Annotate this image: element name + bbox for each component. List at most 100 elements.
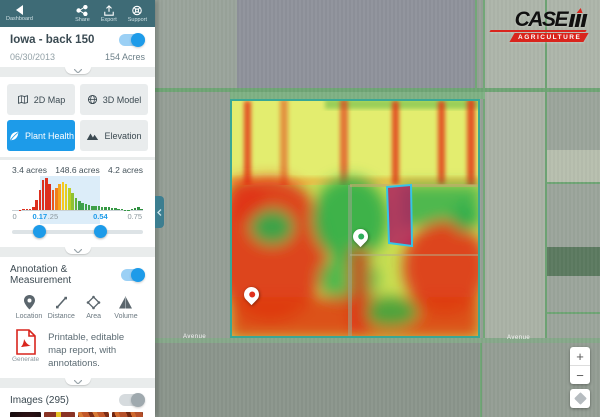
flight-info-card: Iowa - back 150 06/30/2013 154 Acres [0,27,155,67]
zoom-out-button[interactable]: − [570,366,590,384]
area-annotation-polygon[interactable] [383,182,417,250]
case-ih-logo: CASE AGRICULTURE [490,12,586,42]
mode-3d-model-button[interactable]: 3D Model [80,84,148,115]
basemap-layers-button[interactable] [570,389,590,408]
range-handle-low[interactable] [33,225,46,238]
export-icon [103,5,115,16]
support-label: Support [128,17,147,23]
health-histogram [12,178,143,210]
mountain-icon [86,130,99,141]
histogram-bar [134,208,137,210]
histogram-bar [68,188,71,210]
back-label: Dashboard [6,16,33,22]
image-thumbnail[interactable] [44,412,75,417]
histogram-bar [94,206,97,210]
pdf-report-icon [15,329,37,355]
image-thumbnail[interactable] [112,412,143,417]
histogram-bar [111,208,114,210]
acres-below-range: 3.4 acres [12,165,47,175]
range-handle-high[interactable] [94,225,107,238]
plant-health-overlay [230,99,480,338]
map-icon [17,94,29,105]
tool-label: Location [16,313,42,320]
back-arrow-icon [14,5,25,15]
tool-volume[interactable]: Volume [111,295,141,320]
map-canvas[interactable]: Avenue Avenue CASE AGRICULTURE + − [155,0,600,417]
generate-report-button[interactable]: Generate [12,329,39,363]
area-polygon-icon [86,295,101,310]
app-window: Avenue Avenue CASE AGRICULTURE + − [0,0,600,417]
flight-title: Iowa - back 150 [10,34,94,46]
chevron-left-icon [157,209,162,216]
image-thumbnail[interactable] [78,412,109,417]
map-mode-card: 2D Map 3D Model Plant Health [0,77,155,157]
histogram-bar [91,206,94,210]
tool-area[interactable]: Area [79,295,109,320]
histogram-bar [65,184,68,210]
annotation-card: Annotation & Measurement Location Distan… [0,257,155,378]
brand-name: CASE [515,12,567,28]
histogram-bar [88,205,91,210]
globe-icon [87,94,98,105]
mode-label: 2D Map [34,95,66,105]
axis-tick-label: 0.75 [128,212,143,221]
export-button[interactable]: Export [101,5,117,23]
acres-in-range: 148.6 acres [55,165,99,175]
tool-label: Volume [114,313,137,320]
histogram-bar [35,200,38,210]
brand-banner: AGRICULTURE [509,33,588,42]
sidebar-collapse-tab[interactable] [155,196,164,228]
back-to-dashboard-button[interactable]: Dashboard [6,5,33,22]
histogram-bar [108,207,111,210]
section-collapse-chevron[interactable] [65,67,91,74]
image-thumbnail[interactable] [10,412,41,417]
histogram-bar [71,193,74,210]
histogram-bar [32,207,35,210]
chevron-down-icon [74,69,82,73]
histogram-bar [98,206,101,210]
flight-area: 154 Acres [105,52,145,62]
leaf-icon [8,130,20,142]
histogram-bar [52,190,55,210]
histogram-bar [140,209,143,210]
mode-elevation-button[interactable]: Elevation [80,120,148,151]
annotation-toggle[interactable] [121,269,145,281]
report-description: Printable, editable map report, with ann… [48,329,143,370]
histogram-bar [114,208,117,210]
histogram-bar [131,209,134,210]
mode-plant-health-button[interactable]: Plant Health [7,120,75,151]
histogram-bar [55,188,58,210]
histogram-bars [12,178,143,210]
overlay-visibility-toggle[interactable] [119,34,145,46]
export-label: Export [101,17,117,23]
support-lifebuoy-icon [131,5,143,16]
section-collapse-chevron[interactable] [65,378,91,385]
range-value-label: 0.17 [33,212,48,221]
zoom-in-button[interactable]: + [570,347,590,365]
layers-icon [574,392,587,405]
mode-label: Plant Health [25,131,74,141]
histogram-bar [101,207,104,210]
histogram-axis: 00.17.250.540.75 [12,210,143,221]
sidebar-header: Dashboard Share Export [0,0,155,27]
tool-location[interactable]: Location [14,295,44,320]
histogram-bar [26,209,29,210]
tool-label: Distance [48,313,75,320]
annotation-title: Annotation & Measurement [10,264,121,286]
mode-2d-map-button[interactable]: 2D Map [7,84,75,115]
map-zoom-control: + − [570,347,590,384]
section-collapse-chevron[interactable] [65,247,91,254]
tool-distance[interactable]: Distance [46,295,76,320]
histogram-bar [121,209,124,210]
mode-label: 3D Model [103,95,142,105]
histogram-bar [78,201,81,210]
images-toggle[interactable] [119,394,145,406]
share-button[interactable]: Share [75,5,90,23]
support-button[interactable]: Support [128,5,147,23]
mode-label: Elevation [104,131,141,141]
share-label: Share [75,17,90,23]
histogram-bar [85,204,88,210]
axis-tick-label: 0 [13,212,17,221]
brand-tagline: AGRICULTURE [518,34,580,41]
histogram-bar [81,203,84,210]
